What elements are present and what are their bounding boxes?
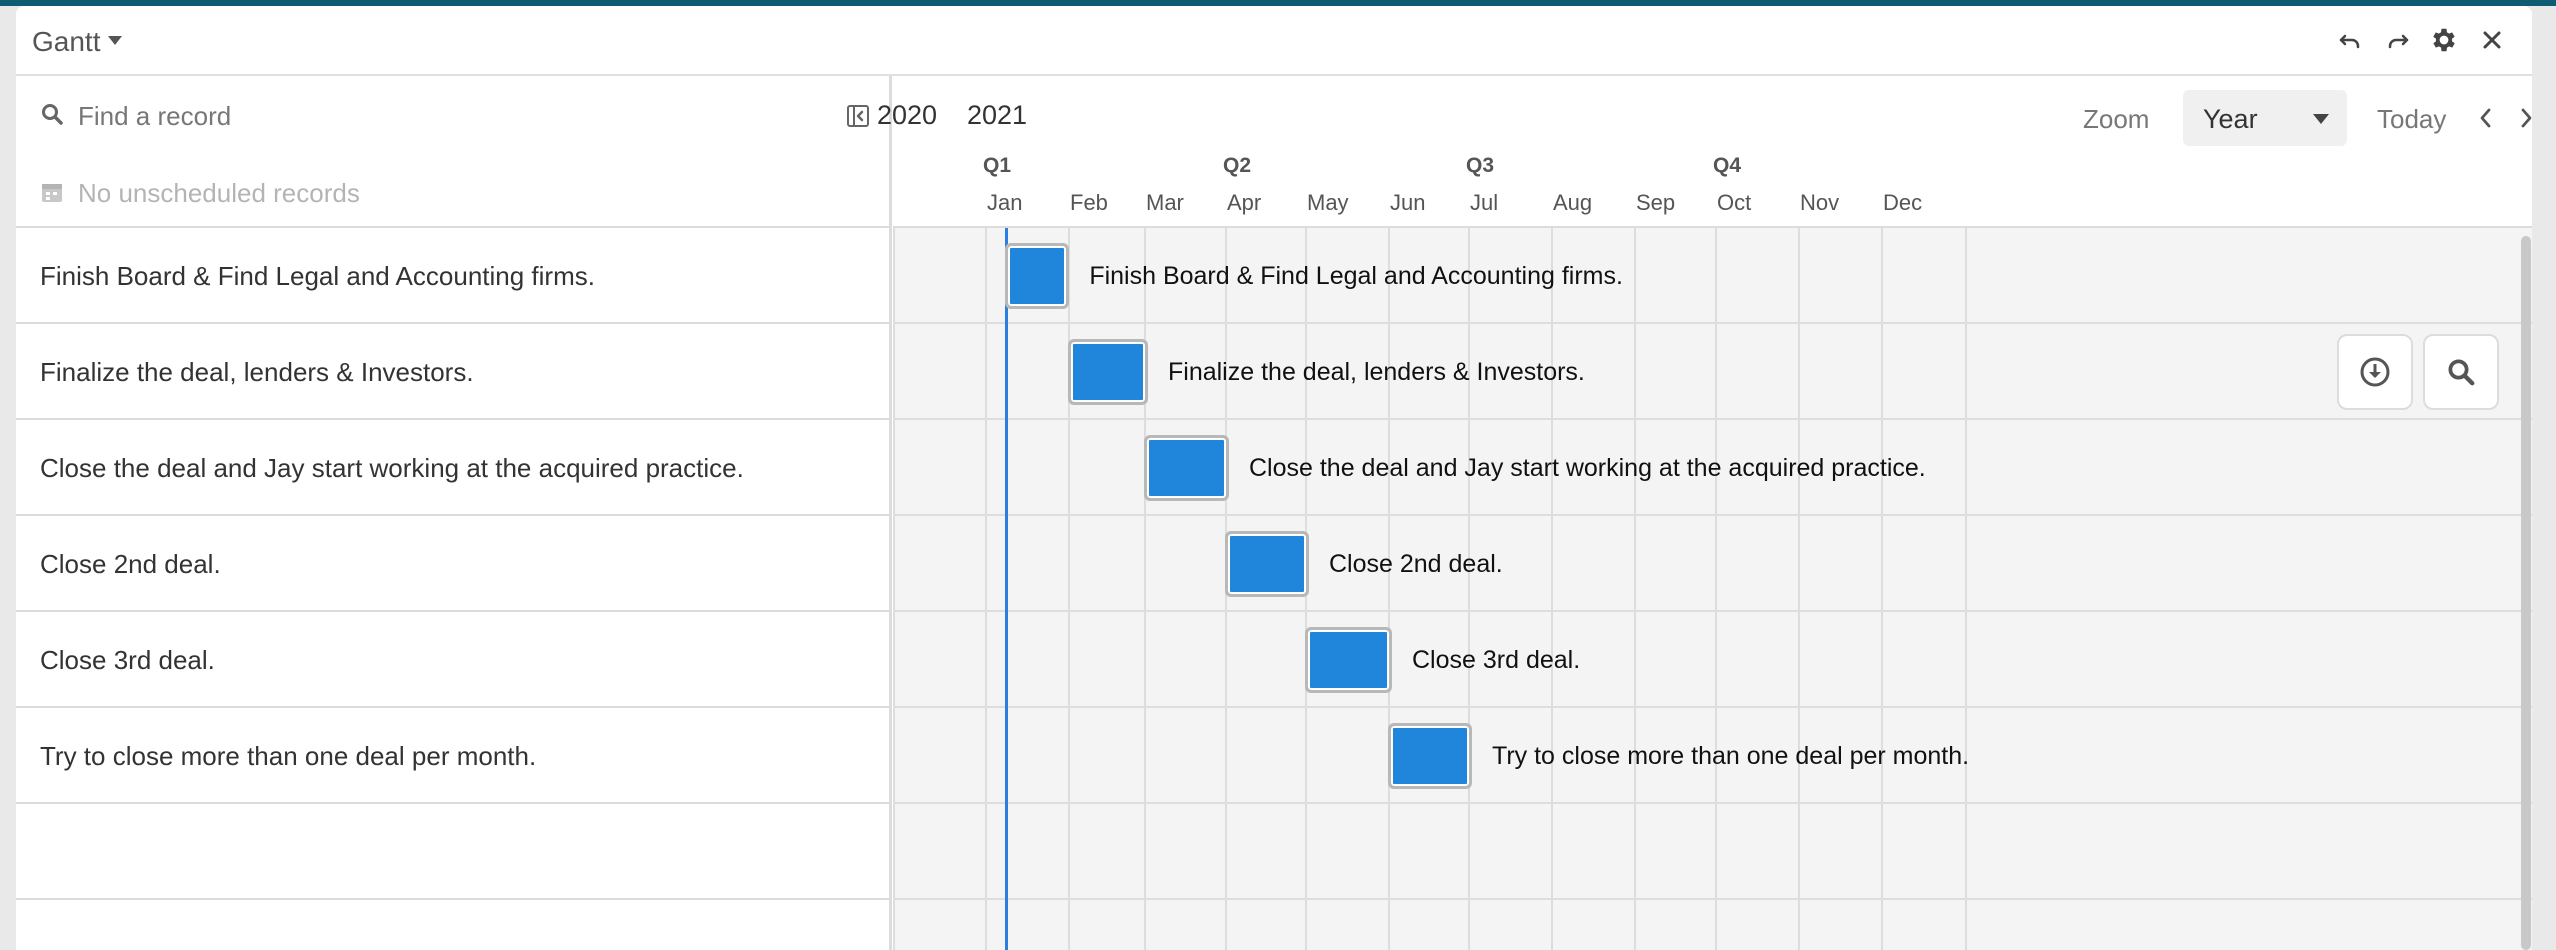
month-gridline [1468,228,1470,950]
month-gridline [1715,228,1717,950]
month-label: Oct [1717,190,1752,215]
record-label: Close 2nd deal. [40,549,221,579]
record-row[interactable]: Close 2nd deal. [16,516,892,612]
task-bar-label: Close the deal and Jay start working at … [1249,454,1926,482]
record-row[interactable]: Try to close more than one deal per mont… [16,708,892,804]
month-gridline [1634,228,1636,950]
zoom-select[interactable]: Year [2183,90,2347,146]
year-label: 2021 [967,100,1028,130]
view-title[interactable]: Gantt [32,26,100,58]
month-label: Jul [1470,190,1499,215]
undo-icon[interactable] [2330,20,2370,60]
search-icon [2448,359,2475,386]
task-bar-label: Finish Board & Find Legal and Accounting… [1089,262,1623,290]
month-label: Aug [1553,190,1593,215]
quarter-label: Q1 [983,154,1012,177]
task-bar[interactable] [1068,339,1148,405]
task-bar[interactable] [1305,627,1392,693]
month-label: Dec [1883,190,1923,215]
record-label: Finish Board & Find Legal and Accounting… [40,261,595,291]
vertical-scrollbar[interactable] [2521,236,2531,950]
gantt-timeline: 2020 2021 Zoom Year Today Q1 Q2 Q3 Q4 Jan Fe… [877,76,2532,950]
row-gridline [893,514,2532,516]
timeline-search-button[interactable] [2423,334,2499,410]
caret-down-icon [2313,114,2329,124]
row-gridline [893,802,2532,804]
month-label: May [1307,190,1349,215]
month-gridline [1551,228,1553,950]
row-gridline [893,706,2532,708]
row-gridline [893,610,2532,612]
today-marker [1005,228,1008,950]
month-gridline [1388,228,1390,950]
quarter-label: Q3 [1466,154,1495,177]
today-button[interactable]: Today [2377,104,2446,135]
gantt-panel: Gantt No unschedul [16,6,2532,950]
download-button[interactable] [2337,334,2413,410]
record-label: Close the deal and Jay start working at … [40,453,744,483]
task-bar[interactable] [1225,531,1309,597]
collapse-panel-icon[interactable] [846,104,870,133]
task-bar-label: Finalize the deal, lenders & Investors. [1168,358,1585,386]
month-gridline [985,228,987,950]
month-label: Jan [987,190,1023,215]
month-label: Sep [1636,190,1676,215]
record-list-pane: No unscheduled records Finish Board & Fi… [16,76,892,950]
month-label: Mar [1146,190,1184,215]
quarter-label: Q4 [1713,154,1742,177]
search-input[interactable] [78,94,778,138]
panel-header: Gantt [16,6,2532,76]
record-label: Try to close more than one deal per mont… [40,741,537,771]
task-bar[interactable] [1005,243,1070,309]
row-gridline [893,898,2532,900]
record-row[interactable]: Close 3rd deal. [16,612,892,708]
search-row [16,76,892,156]
record-row[interactable]: Finalize the deal, lenders & Investors. [16,324,892,420]
record-label: Finalize the deal, lenders & Investors. [40,357,474,387]
record-row[interactable]: Finish Board & Find Legal and Accounting… [16,228,892,324]
month-gridline [1144,228,1146,950]
task-bar[interactable] [1388,723,1472,789]
row-gridline [893,322,2532,324]
year-label: 2020 [877,100,938,130]
record-row[interactable]: Close the deal and Jay start working at … [16,420,892,516]
gear-icon[interactable] [2424,20,2464,60]
month-label: Apr [1227,190,1262,215]
redo-icon[interactable] [2378,20,2418,60]
timeline-header: 2020 2021 Zoom Year Today Q1 Q2 Q3 Q4 Jan Fe… [877,76,2532,228]
zoom-label: Zoom [2083,104,2150,134]
month-gridline [893,228,895,950]
timeline-grid: Finish Board & Find Legal and Accounting… [893,228,2532,950]
zoom-value: Year [2203,104,2258,134]
task-bar-label: Close 2nd deal. [1329,550,1503,578]
empty-row[interactable] [16,804,892,900]
caret-down-icon[interactable] [108,36,122,45]
month-label: Nov [1800,190,1840,215]
month-label: Jun [1390,190,1426,215]
unscheduled-records: No unscheduled records [16,156,892,228]
chevron-left-icon[interactable] [2471,102,2501,134]
month-gridline [1798,228,1800,950]
row-gridline [893,418,2532,420]
record-label: Close 3rd deal. [40,645,215,675]
search-icon [40,102,64,131]
month-gridline [1881,228,1883,950]
task-bar-label: Try to close more than one deal per mont… [1492,742,1970,770]
task-bar[interactable] [1144,435,1229,501]
unscheduled-text: No unscheduled records [78,178,360,208]
month-gridline [1965,228,1967,950]
quarter-label: Q2 [1223,154,1252,177]
close-icon[interactable] [2472,20,2512,60]
month-gridline [1068,228,1070,950]
task-bar-label: Close 3rd deal. [1412,646,1581,674]
calendar-icon [40,180,64,209]
download-icon [2360,357,2390,387]
chevron-right-icon[interactable] [2511,102,2532,134]
month-label: Feb [1070,190,1108,215]
